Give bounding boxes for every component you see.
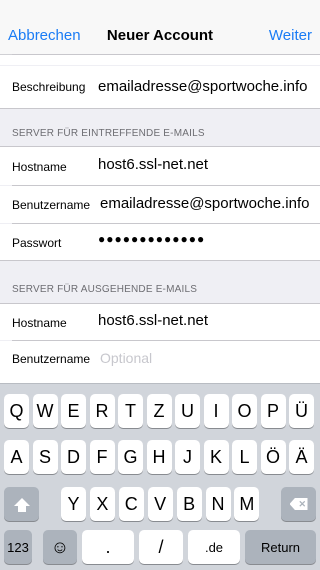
numbers-key[interactable]: 123 — [4, 530, 32, 564]
outgoing-hostname-field[interactable]: host6.ssl-net.net — [98, 312, 208, 329]
return-key[interactable]: Return — [245, 530, 316, 564]
key-m[interactable]: M — [234, 487, 260, 521]
incoming-username-label: Benutzername — [12, 198, 91, 212]
outgoing-username-label: Benutzername — [12, 352, 91, 366]
incoming-username-field[interactable]: emailadresse@sportwoche.info — [100, 195, 310, 212]
period-key[interactable]: . — [82, 530, 134, 564]
delete-key[interactable]: ✕ — [281, 487, 316, 521]
emoji-key[interactable]: ☺ — [43, 530, 77, 564]
key-h[interactable]: H — [146, 440, 172, 474]
key-k[interactable]: K — [203, 440, 229, 474]
outgoing-section-header: SERVER FÜR AUSGEHENDE E-MAILS — [12, 284, 198, 295]
outgoing-hostname-label: Hostname — [12, 316, 67, 330]
key-t[interactable]: T — [118, 394, 143, 428]
incoming-password-field[interactable]: ●●●●●●●●●●●●● — [98, 232, 205, 246]
outgoing-hostname-row[interactable]: Hostname host6.ssl-net.net — [0, 304, 320, 340]
backspace-icon: ✕ — [289, 498, 308, 510]
incoming-username-row[interactable]: Benutzername emailadresse@sportwoche.inf… — [0, 186, 320, 223]
divider — [0, 108, 320, 109]
incoming-hostname-field[interactable]: host6.ssl-net.net — [98, 156, 208, 173]
key-o[interactable]: O — [232, 394, 257, 428]
shift-key[interactable] — [4, 487, 39, 521]
key-d[interactable]: D — [61, 440, 86, 474]
key-i[interactable]: I — [203, 394, 229, 428]
cancel-button[interactable]: Abbrechen — [8, 27, 81, 44]
key-e[interactable]: E — [61, 394, 86, 428]
key-u[interactable]: U — [175, 394, 200, 428]
key-ü[interactable]: Ü — [289, 394, 314, 428]
navigation-bar: Abbrechen Neuer Account Weiter — [0, 0, 320, 55]
incoming-hostname-label: Hostname — [12, 160, 67, 174]
incoming-password-label: Passwort — [12, 236, 62, 250]
incoming-hostname-row[interactable]: Hostname host6.ssl-net.net — [0, 147, 320, 185]
divider — [12, 54, 320, 55]
key-s[interactable]: S — [32, 440, 58, 474]
key-w[interactable]: W — [32, 394, 58, 428]
slash-key[interactable]: / — [139, 530, 183, 564]
emoji-icon: ☺ — [50, 537, 70, 557]
key-ö[interactable]: Ö — [260, 440, 286, 474]
description-field[interactable]: emailadresse@sportwoche.info — [98, 78, 308, 95]
key-b[interactable]: B — [176, 487, 202, 521]
key-n[interactable]: N — [205, 487, 231, 521]
outgoing-username-field[interactable]: Optional — [100, 350, 152, 366]
key-q[interactable]: Q — [4, 394, 29, 428]
key-c[interactable]: C — [118, 487, 144, 521]
description-label: Beschreibung — [12, 80, 86, 94]
key-x[interactable]: X — [89, 487, 115, 521]
keyboard: QWERTZUIOPÜ ASDFGHJKLÖÄ YXCVBNM ✕ 123 ☺ … — [0, 383, 320, 570]
key-v[interactable]: V — [147, 487, 173, 521]
shift-icon — [13, 498, 30, 512]
next-button[interactable]: Weiter — [269, 27, 312, 44]
key-ä[interactable]: Ä — [289, 440, 314, 474]
key-g[interactable]: G — [118, 440, 143, 474]
key-p[interactable]: P — [260, 394, 286, 428]
outgoing-username-row[interactable]: Benutzername Optional — [0, 341, 320, 383]
incoming-section-header: SERVER FÜR EINTREFFENDE E-MAILS — [12, 128, 205, 139]
divider — [0, 260, 320, 261]
incoming-password-row[interactable]: Passwort ●●●●●●●●●●●●● — [0, 224, 320, 260]
partial-row — [0, 55, 320, 65]
key-l[interactable]: L — [232, 440, 257, 474]
key-y[interactable]: Y — [61, 487, 86, 521]
key-f[interactable]: F — [89, 440, 115, 474]
key-r[interactable]: R — [89, 394, 115, 428]
key-z[interactable]: Z — [146, 394, 172, 428]
key-j[interactable]: J — [175, 440, 200, 474]
description-row[interactable]: Beschreibung emailadresse@sportwoche.inf… — [0, 66, 320, 108]
key-a[interactable]: A — [4, 440, 29, 474]
domain-key[interactable]: .de — [188, 530, 240, 564]
